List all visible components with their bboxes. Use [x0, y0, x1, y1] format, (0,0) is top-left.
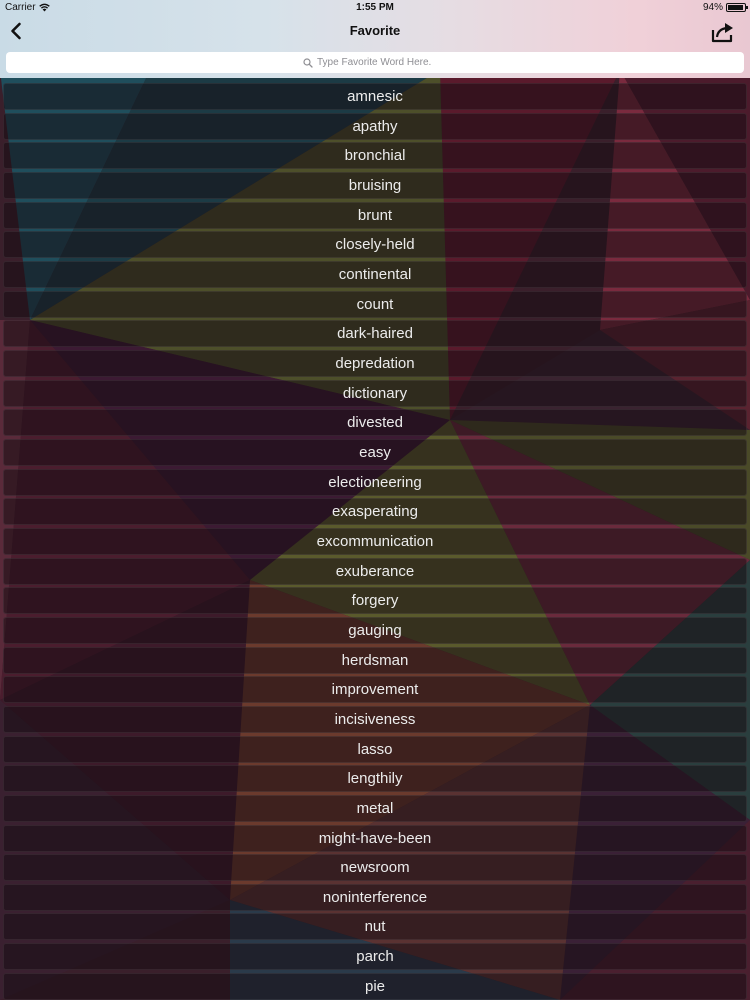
favorite-word-row[interactable]: depredation — [3, 349, 747, 377]
favorite-word-row[interactable]: parch — [3, 943, 747, 971]
favorite-word-row[interactable]: electioneering — [3, 468, 747, 496]
share-icon — [711, 23, 733, 43]
favorite-word-row[interactable]: closely-held — [3, 231, 747, 259]
page-title: Favorite — [349, 23, 401, 38]
favorite-word-row[interactable]: continental — [3, 260, 747, 288]
favorite-word-row[interactable]: amnesic — [3, 83, 747, 110]
navigation-bar: Favorite — [0, 16, 750, 48]
favorite-word-row[interactable]: brunt — [3, 201, 747, 229]
favorite-word-list: amnesic apathy bronchial bruising brunt close… — [0, 78, 750, 1000]
favorite-word-row[interactable]: might-have-been — [3, 824, 747, 852]
favorite-word-row[interactable]: exasperating — [3, 498, 747, 526]
favorite-word-row[interactable]: easy — [3, 438, 747, 466]
favorite-word-row[interactable]: divested — [3, 409, 747, 437]
favorite-word-row[interactable]: metal — [3, 794, 747, 822]
favorite-word-row[interactable]: excommunication — [3, 527, 747, 555]
favorite-word-row[interactable]: bruising — [3, 171, 747, 199]
status-bar: Carrier 1:55 PM 94% — [0, 0, 750, 16]
favorite-word-row[interactable]: incisiveness — [3, 705, 747, 733]
favorite-word-row[interactable]: herdsman — [3, 646, 747, 674]
battery-percent: 94% — [702, 2, 723, 13]
favorite-word-row[interactable]: lengthily — [3, 765, 747, 793]
status-right: 94% — [702, 2, 748, 13]
favorite-word-row[interactable]: newsroom — [3, 854, 747, 882]
favorite-word-row[interactable]: dictionary — [3, 379, 747, 407]
favorite-word-row[interactable]: pie — [3, 972, 747, 1000]
search-input[interactable] — [317, 57, 447, 68]
app-screen: Carrier 1:55 PM 94% Favorite Type Favori… — [0, 0, 750, 1000]
favorite-word-row[interactable]: improvement — [3, 676, 747, 704]
favorite-word-row[interactable]: forgery — [3, 587, 747, 615]
favorite-word-row[interactable]: lasso — [3, 735, 747, 763]
battery-icon — [726, 3, 748, 12]
favorite-word-row[interactable]: apathy — [3, 112, 747, 140]
favorite-word-row[interactable]: exuberance — [3, 557, 747, 585]
favorite-word-row[interactable]: nut — [3, 913, 747, 941]
search-bar[interactable] — [6, 52, 744, 73]
share-button[interactable] — [710, 20, 736, 44]
favorite-word-row[interactable]: dark-haired — [3, 320, 747, 348]
favorite-word-row[interactable]: bronchial — [3, 142, 747, 170]
favorite-word-row[interactable]: gauging — [3, 616, 747, 644]
top-header: Carrier 1:55 PM 94% Favorite Type Favori… — [0, 0, 750, 78]
status-time: 1:55 PM — [356, 2, 394, 13]
battery-fill — [728, 5, 743, 10]
favorite-word-row[interactable]: noninterference — [3, 883, 747, 911]
favorite-word-row[interactable]: count — [3, 290, 747, 318]
search-icon — [303, 57, 313, 68]
